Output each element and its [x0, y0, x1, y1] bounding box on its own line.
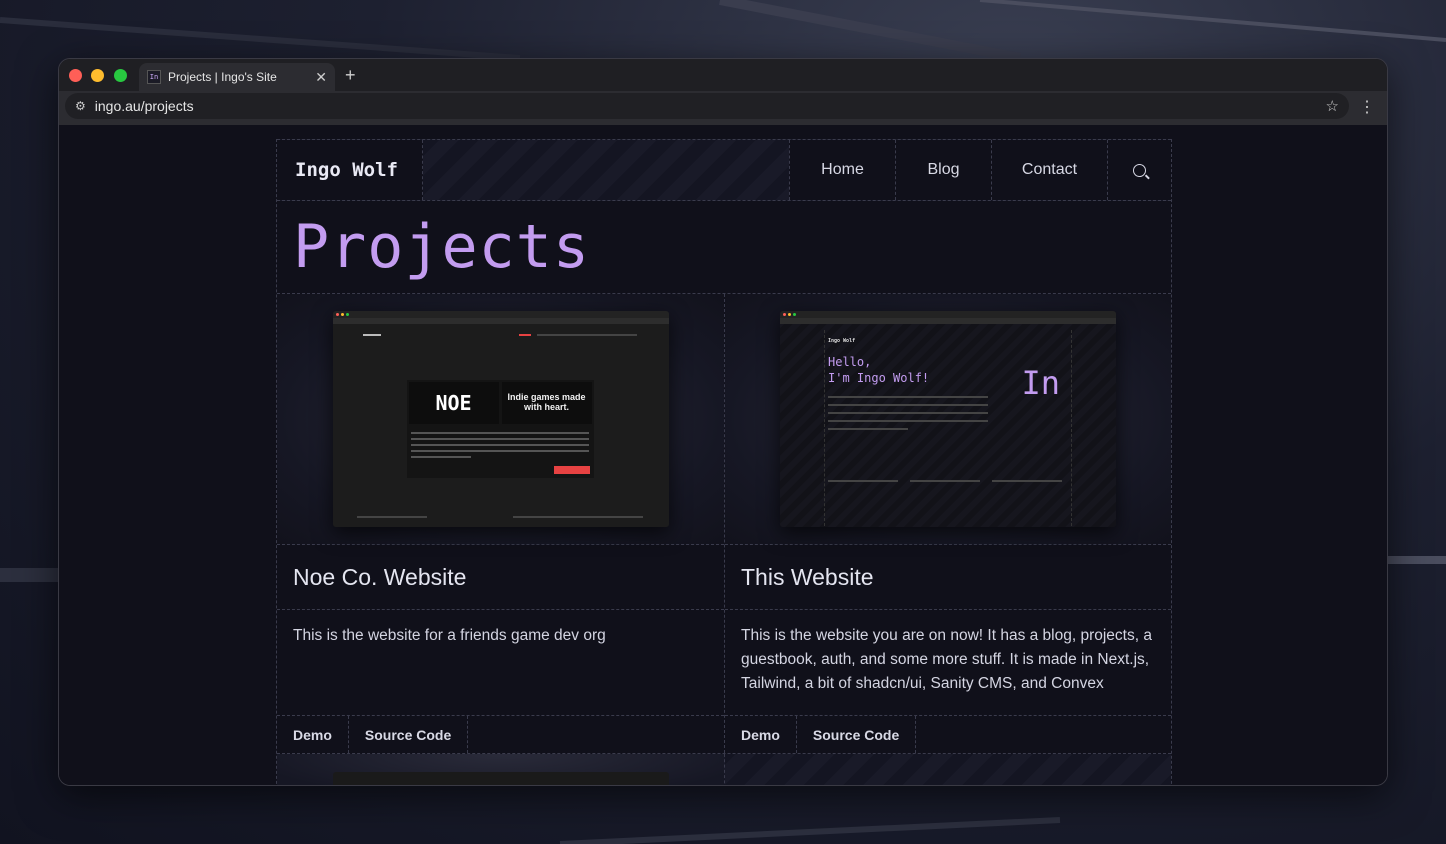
- project-card-this-website: Ingo Wolf Hello, I'm Ingo Wolf! In This …: [724, 294, 1171, 753]
- page-title: Projects: [277, 201, 1171, 294]
- close-tab-icon[interactable]: ✕: [315, 69, 327, 86]
- navbar-pattern: [423, 140, 789, 200]
- search-button[interactable]: [1107, 140, 1171, 200]
- demo-link[interactable]: Demo: [725, 716, 797, 753]
- nav-blog-link[interactable]: Blog: [895, 140, 991, 200]
- project-preview-noe[interactable]: NOE Indie games made with heart.: [277, 294, 724, 545]
- mini-greeting-line-1: Hello,: [828, 355, 872, 369]
- nav-home-link[interactable]: Home: [789, 140, 895, 200]
- site-navbar: Ingo Wolf Home Blog Contact: [277, 139, 1171, 201]
- bookmark-star-icon[interactable]: ☆: [1326, 97, 1339, 115]
- mini-greeting: Hello, I'm Ingo Wolf!: [828, 354, 929, 386]
- url-text[interactable]: ingo.au/projects: [95, 98, 1326, 114]
- mini-titlebar: [780, 311, 1116, 318]
- noe-tagline: Indie games made with heart.: [501, 382, 592, 424]
- mini-page: NOE Indie games made with heart.: [332, 324, 669, 527]
- browser-toolbar: ⚙ ingo.au/projects ☆ ⋮: [59, 91, 1387, 125]
- minimize-window-button[interactable]: [91, 69, 104, 82]
- mini-titlebar: [332, 311, 669, 318]
- browser-tab[interactable]: In Projects | Ingo's Site ✕: [139, 63, 335, 91]
- browser-menu-icon[interactable]: ⋮: [1359, 97, 1375, 117]
- demo-link[interactable]: Demo: [277, 716, 349, 753]
- address-bar[interactable]: ⚙ ingo.au/projects ☆: [65, 93, 1349, 119]
- noe-logo: NOE: [408, 382, 499, 424]
- project-title: Noe Co. Website: [277, 545, 724, 610]
- next-project-screenshot[interactable]: [333, 772, 669, 785]
- source-code-link[interactable]: Source Code: [797, 716, 917, 753]
- site-settings-icon[interactable]: ⚙: [75, 99, 86, 113]
- project-description: This is the website for a friends game d…: [277, 610, 724, 716]
- browser-window: In Projects | Ingo's Site ✕ + ⚙ ingo.au/…: [58, 58, 1388, 786]
- project-links: Demo Source Code: [277, 716, 724, 753]
- project-description: This is the website you are on now! It h…: [725, 610, 1171, 716]
- this-website-screenshot: Ingo Wolf Hello, I'm Ingo Wolf! In: [780, 311, 1116, 527]
- mini-brand: Ingo Wolf: [828, 338, 856, 344]
- search-icon: [1133, 163, 1146, 177]
- site-brand-link[interactable]: Ingo Wolf: [277, 140, 423, 200]
- maximize-window-button[interactable]: [114, 69, 127, 82]
- mini-page: Ingo Wolf Hello, I'm Ingo Wolf! In: [780, 324, 1116, 527]
- project-card-row-2: [277, 754, 1171, 785]
- nav-contact-link[interactable]: Contact: [991, 140, 1107, 200]
- project-links: Demo Source Code: [725, 716, 1171, 753]
- new-tab-button[interactable]: +: [345, 65, 356, 86]
- noe-screenshot: NOE Indie games made with heart.: [332, 311, 669, 527]
- project-preview-this-website[interactable]: Ingo Wolf Hello, I'm Ingo Wolf! In: [725, 294, 1171, 545]
- site-container: Ingo Wolf Home Blog Contact Projects NOE…: [276, 139, 1172, 785]
- project-card-noe: NOE Indie games made with heart. Noe Co.…: [277, 294, 724, 753]
- project-card-row-1: NOE Indie games made with heart. Noe Co.…: [277, 294, 1171, 754]
- tab-title: Projects | Ingo's Site: [168, 70, 277, 84]
- source-code-link[interactable]: Source Code: [349, 716, 469, 753]
- mini-red-button: [553, 466, 590, 474]
- mini-logo-mark: In: [1021, 364, 1060, 402]
- project-card-placeholder: [724, 754, 1171, 785]
- close-window-button[interactable]: [69, 69, 82, 82]
- mini-greeting-line-2: I'm Ingo Wolf!: [828, 371, 930, 386]
- project-title: This Website: [725, 545, 1171, 610]
- title-bar: In Projects | Ingo's Site ✕ +: [59, 59, 1387, 91]
- page-viewport: Ingo Wolf Home Blog Contact Projects NOE…: [59, 125, 1387, 785]
- project-card-next: [277, 754, 724, 785]
- noe-hero-card: NOE Indie games made with heart.: [406, 380, 594, 478]
- site-favicon-icon: In: [147, 70, 161, 84]
